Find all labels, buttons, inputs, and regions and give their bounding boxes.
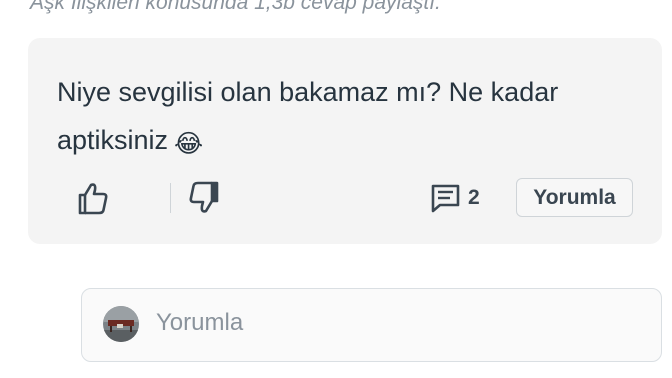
- comment-icon: [431, 184, 460, 213]
- comments-button[interactable]: 2: [430, 180, 480, 216]
- comment-placeholder: Yorumla: [156, 309, 244, 336]
- reply-button[interactable]: Yorumla: [516, 178, 633, 217]
- comment-input[interactable]: Yorumla: [81, 288, 662, 362]
- answer-card: Niye sevgilisi olan bakamaz mı? Ne kadar…: [28, 38, 662, 244]
- answer-text: Niye sevgilisi olan bakamaz mı? Ne kadar…: [57, 77, 559, 155]
- thumbs-up-icon: [78, 183, 108, 215]
- thumbs-down-icon: [189, 181, 219, 213]
- laughing-emoji: 😂: [174, 129, 204, 158]
- answer-meta: Aşk İlişkileri konusunda 1,3b cevap payl…: [30, 0, 441, 14]
- user-avatar: [103, 306, 139, 342]
- answer-actions: 2 Yorumla: [28, 176, 662, 220]
- like-button[interactable]: [74, 180, 112, 216]
- action-divider: [170, 183, 171, 213]
- answer-body: Niye sevgilisi olan bakamaz mı? Ne kadar…: [57, 68, 617, 168]
- dislike-button[interactable]: [186, 180, 224, 216]
- answer-page: Aşk İlişkileri konusunda 1,3b cevap payl…: [0, 0, 672, 378]
- comment-count: 2: [468, 186, 480, 209]
